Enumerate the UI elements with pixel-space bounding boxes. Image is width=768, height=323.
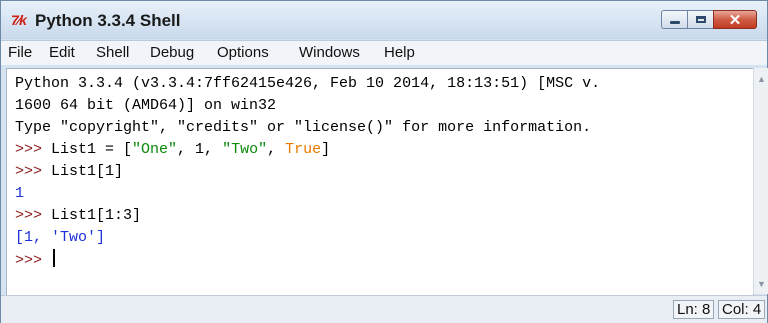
- input-line: >>> List1 = ["One", 1, "Two", True]: [15, 139, 330, 161]
- tk-feather-icon: 7⁄k: [11, 12, 27, 28]
- scroll-up-icon[interactable]: ▲: [754, 70, 768, 87]
- menu-help[interactable]: Help: [384, 44, 415, 61]
- window-controls: ✕: [661, 10, 757, 29]
- string-literal: "Two": [222, 141, 268, 158]
- prompt: >>>: [15, 252, 52, 269]
- idle-shell-window: 7⁄k Python 3.3.4 Shell ✕ File Edit Shell…: [0, 0, 768, 323]
- banner-line: 1600 64 bit (AMD64)] on win32: [15, 97, 277, 114]
- prompt: >>>: [15, 163, 52, 180]
- close-button[interactable]: ✕: [713, 10, 757, 29]
- output-line: 1: [15, 185, 25, 202]
- code-text: , 1,: [177, 141, 223, 158]
- code-text: ,: [267, 141, 286, 158]
- menu-edit[interactable]: Edit: [49, 44, 75, 61]
- code-text: List1[1]: [51, 163, 124, 180]
- minimize-icon: [669, 21, 680, 24]
- input-line: >>> List1[1:3]: [15, 205, 141, 227]
- code-text: ]: [321, 141, 331, 158]
- string-literal: "One": [132, 141, 178, 158]
- banner-line: Type "copyright", "credits" or "license(…: [15, 119, 592, 136]
- banner-line: Python 3.3.4 (v3.3.4:7ff62415e426, Feb 1…: [15, 75, 601, 92]
- scroll-down-icon[interactable]: ▼: [754, 275, 768, 292]
- maximize-button[interactable]: [687, 10, 713, 29]
- menu-bar: File Edit Shell Debug Options Windows He…: [1, 40, 767, 65]
- maximize-icon: [695, 16, 706, 23]
- line-indicator: Ln: 8: [673, 300, 715, 319]
- menu-file[interactable]: File: [8, 44, 32, 61]
- input-line: >>> List1[1]: [15, 161, 123, 183]
- code-text: List1[1:3]: [51, 207, 142, 224]
- column-indicator: Col: 4: [718, 300, 766, 319]
- status-bar: Ln: 8 Col: 4: [1, 295, 767, 323]
- minimize-button[interactable]: [661, 10, 687, 29]
- close-icon: ✕: [728, 11, 742, 29]
- vertical-scrollbar[interactable]: ▲ ▼: [753, 68, 768, 294]
- shell-text-area[interactable]: Python 3.3.4 (v3.3.4:7ff62415e426, Feb 1…: [6, 68, 754, 296]
- input-line: >>>: [15, 249, 56, 272]
- menu-windows[interactable]: Windows: [299, 44, 360, 61]
- output-line: [1, 'Two']: [15, 229, 106, 246]
- keyword: True: [285, 141, 322, 158]
- prompt: >>>: [15, 207, 52, 224]
- menu-shell[interactable]: Shell: [96, 44, 129, 61]
- window-title: Python 3.3.4 Shell: [35, 11, 181, 30]
- prompt: >>>: [15, 141, 52, 158]
- menu-debug[interactable]: Debug: [150, 44, 194, 61]
- code-text: List1 = [: [51, 141, 133, 158]
- text-cursor: [53, 249, 56, 267]
- title-bar[interactable]: 7⁄k Python 3.3.4 Shell ✕: [1, 1, 767, 39]
- menu-options[interactable]: Options: [217, 44, 269, 61]
